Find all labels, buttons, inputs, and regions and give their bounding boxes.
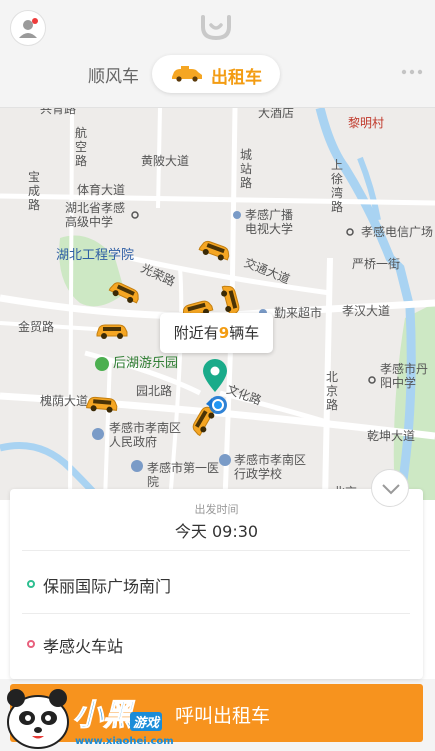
notification-dot [32, 18, 38, 24]
map-label: 孝感电信广场 [361, 225, 434, 239]
tab-taxi[interactable]: 出租车 [152, 55, 280, 93]
map-label: 孝感广播电视大学 [245, 208, 294, 236]
watermark-url: www.xiaohei.com [75, 736, 174, 747]
map-label: 宝成路 [27, 170, 40, 212]
map-label: 槐荫大道 [40, 394, 89, 408]
map-label: 后湖游乐园 [113, 356, 179, 371]
map-label: 城站路 [239, 148, 252, 190]
map-label: 黎明村 [348, 116, 385, 130]
divider [22, 613, 410, 614]
map-label: 上徐湾路 [330, 158, 343, 214]
chevron-down-icon [382, 484, 400, 495]
location-pin-icon[interactable] [201, 358, 229, 416]
map-label: 大酒店 [258, 108, 295, 120]
map-label: 金贸路 [18, 320, 55, 334]
origin-dot-icon [27, 580, 35, 588]
map-label: 园北路 [136, 384, 173, 398]
origin-text: 保丽国际广场南门 [43, 577, 172, 596]
tab-shunfengche[interactable]: 顺风车 [88, 62, 139, 87]
map-label: 湖北省孝感高级中学 [65, 201, 126, 229]
map-label: 湖北工程学院 [56, 248, 135, 263]
user-icon [19, 20, 37, 38]
nearby-cars-bubble: 附近有9辆车 [160, 313, 273, 353]
tab-taxi-label: 出租车 [211, 68, 262, 88]
divider [22, 550, 410, 551]
taxi-marker [86, 396, 118, 413]
map-label: 孝感市孝南区人民政府 [109, 421, 182, 449]
map-label: 航空路 [74, 126, 87, 168]
nearby-suffix: 辆车 [229, 324, 260, 342]
origin-row[interactable]: 保丽国际广场南门 [10, 557, 423, 611]
destination-dot-icon [27, 640, 35, 648]
nearby-prefix: 附近有 [173, 324, 219, 342]
departure-time-caption: 出发时间 [194, 503, 239, 516]
map-label: 孝感市第一医院 [147, 461, 220, 489]
departure-time-value[interactable]: 今天 09:30 [10, 518, 423, 542]
taxi-marker [96, 324, 128, 339]
collapse-map-button[interactable] [371, 469, 409, 507]
map-label: 乾坤大道 [367, 429, 416, 443]
map-label: 勤来超市 [274, 306, 323, 320]
map-label: 黄陂大道 [141, 154, 190, 168]
map-label: 严桥一街 [352, 257, 401, 271]
watermark-title: 小黑 [73, 698, 134, 734]
nearby-count: 9 [218, 324, 230, 342]
taxi-car-icon [172, 66, 202, 82]
map-label: 孝汉大道 [342, 304, 391, 318]
user-profile-button[interactable] [10, 10, 46, 46]
destination-row[interactable]: 孝感火车站 [10, 617, 423, 671]
more-dots-icon[interactable] [400, 68, 424, 76]
map-view[interactable]: 共青路 航空路 黄陂大道 城站路 大酒店 黎明村 上徐湾路 宝成路 体育大道 湖… [0, 108, 435, 500]
trip-card: 出发时间 今天 09:30 保丽国际广场南门 孝感火车站 [10, 489, 423, 679]
map-label: 体育大道 [77, 183, 126, 197]
map-label: 北京路 [325, 370, 338, 412]
watermark-subtitle: 游戏 [130, 712, 163, 731]
destination-text: 孝感火车站 [43, 637, 124, 656]
didi-logo-icon [201, 15, 231, 41]
map-label: 孝感市丹阳中学 [380, 362, 429, 390]
map-label: 共青路 [40, 108, 77, 116]
map-label: 孝感市孝南区行政学校 [234, 453, 307, 481]
header: 顺风车 出租车 [0, 0, 435, 108]
